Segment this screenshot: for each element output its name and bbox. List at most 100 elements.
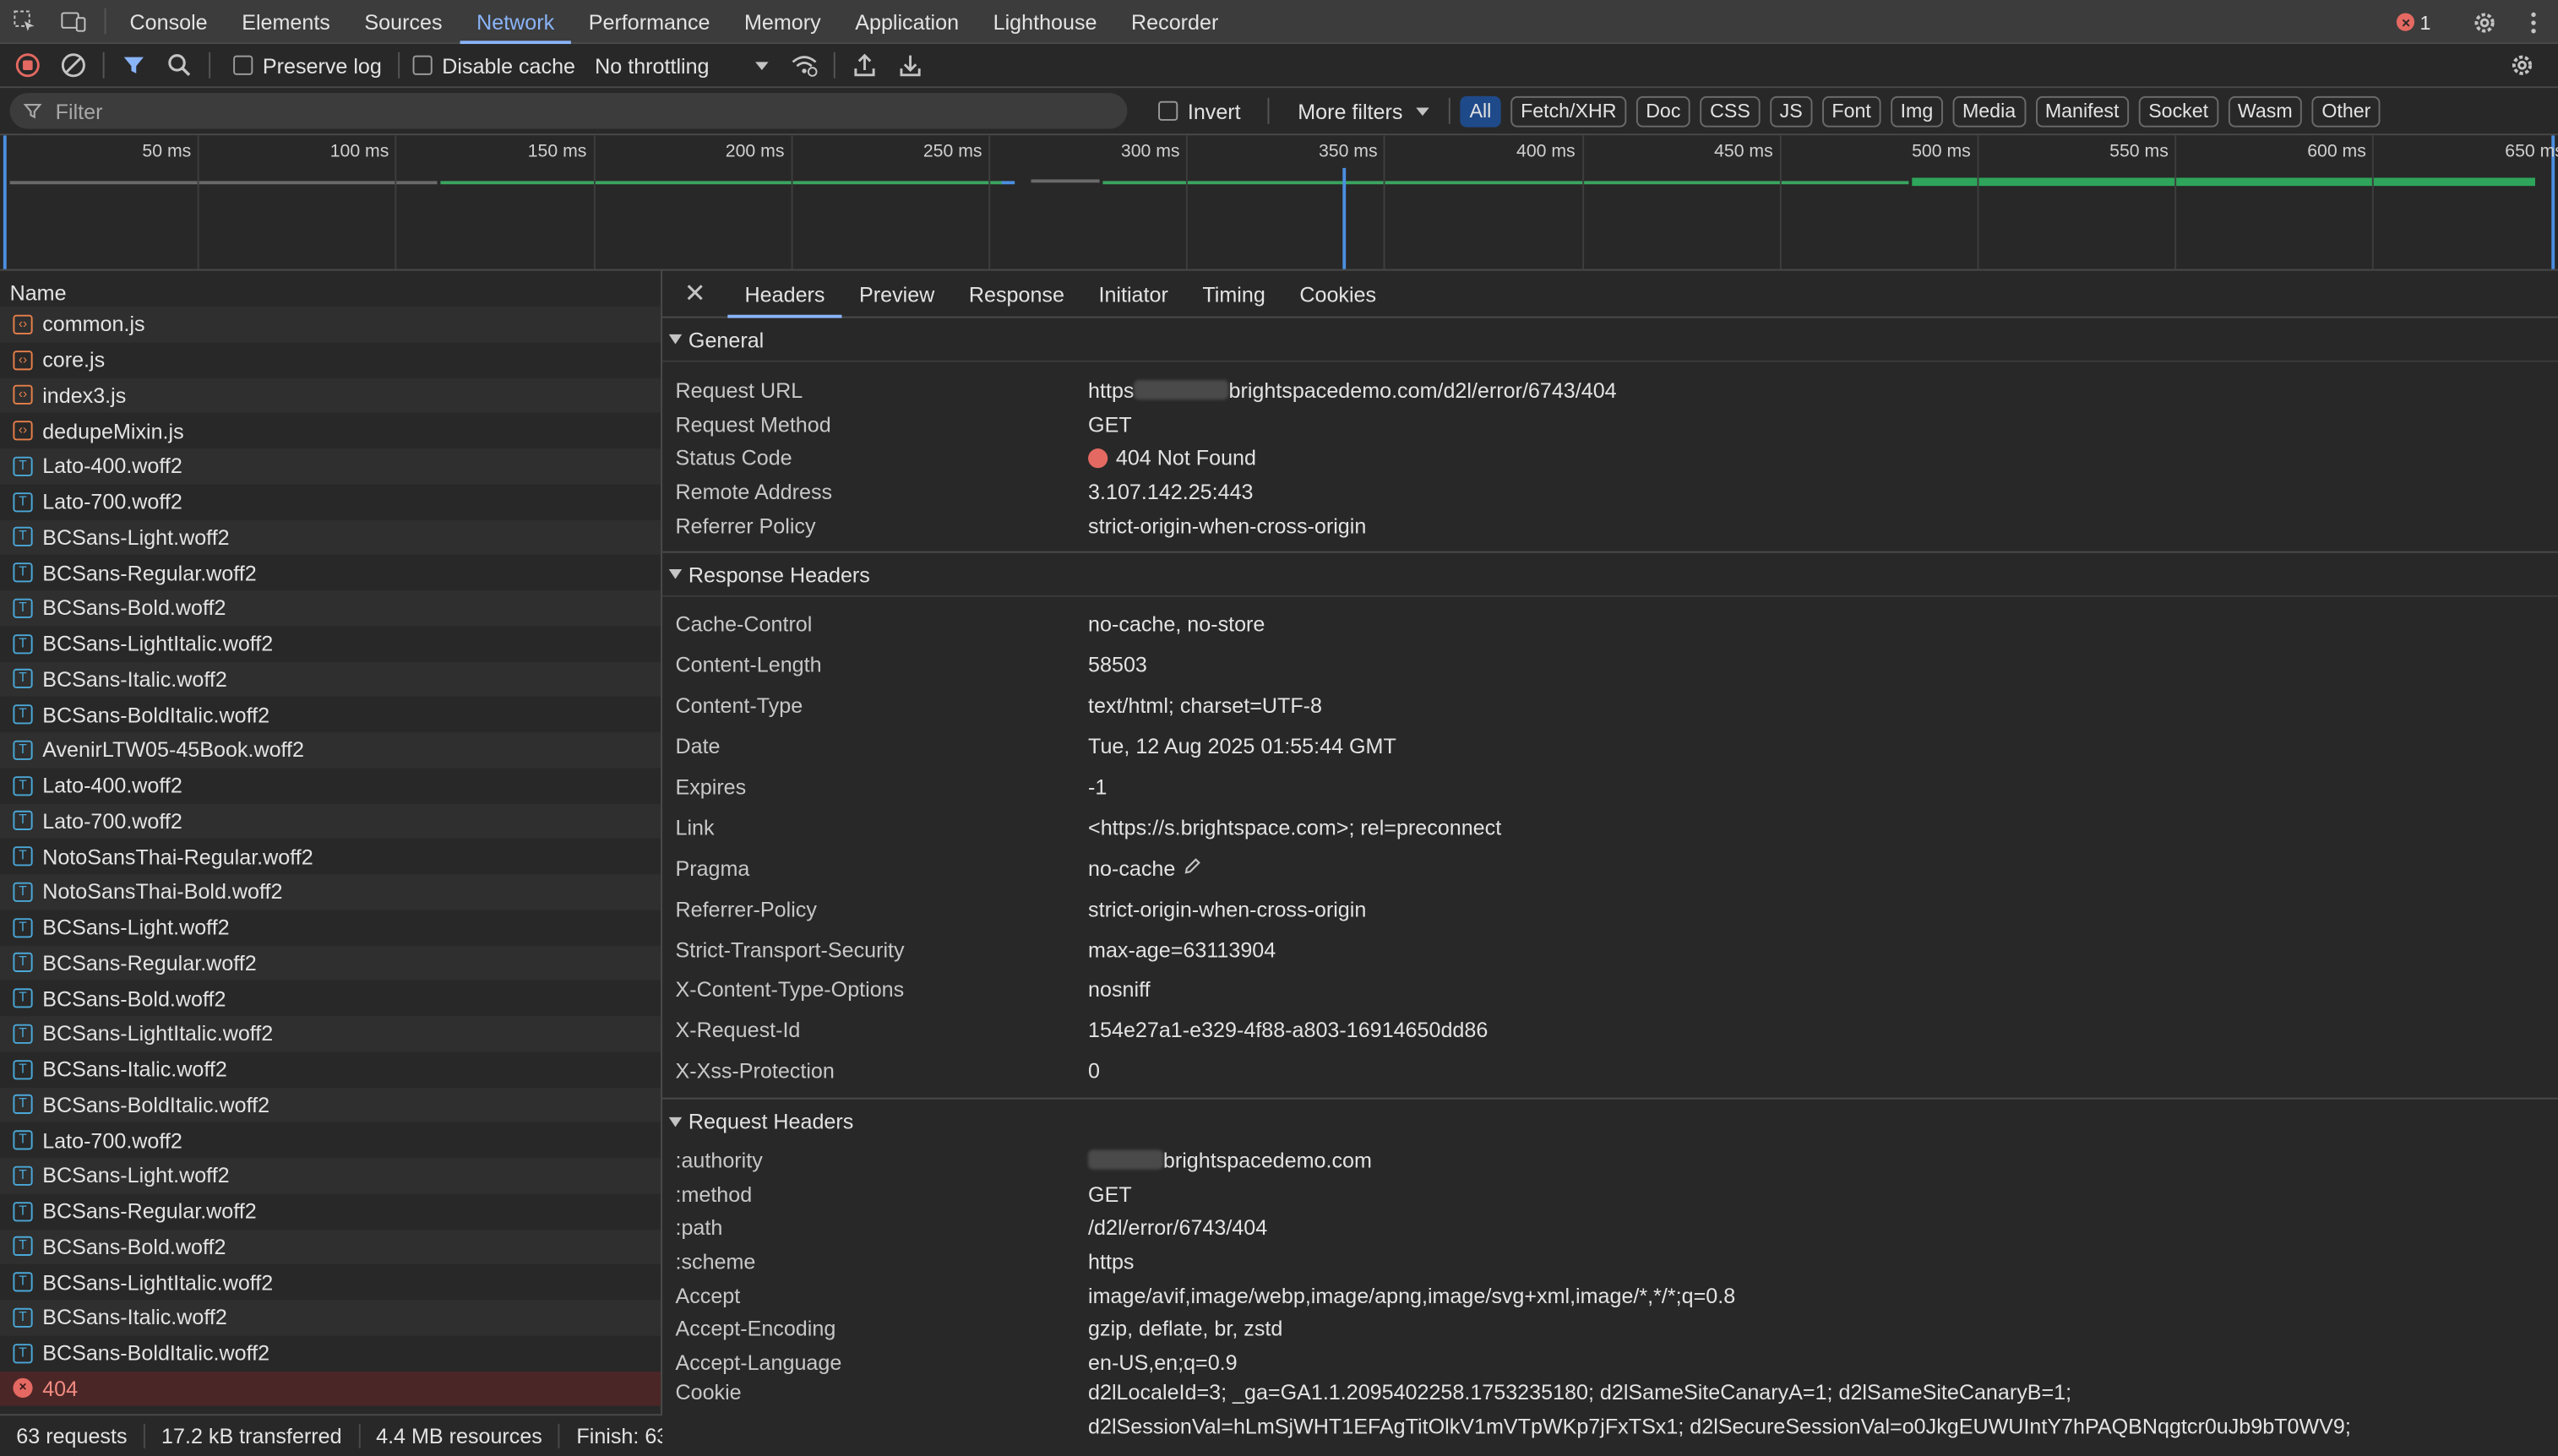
filter-icon[interactable]	[114, 46, 153, 84]
inspect-element-icon[interactable]	[0, 0, 49, 43]
filter-chip-js[interactable]: JS	[1770, 95, 1813, 127]
clear-icon[interactable]	[54, 46, 93, 84]
request-row[interactable]: ‹› core.js	[0, 342, 661, 378]
filter-chip-font[interactable]: Font	[1821, 95, 1881, 127]
tab-elements[interactable]: Elements	[225, 0, 347, 43]
filter-chip-media[interactable]: Media	[1952, 95, 2026, 127]
request-row[interactable]: × 404	[0, 1371, 661, 1407]
network-overview-timeline[interactable]: 50 ms 100 ms 150 ms 200 ms 250 ms 300 ms 350 m…	[0, 135, 2558, 271]
header-value-text[interactable]: d2lLocaleId=3; _ga=GA1.1.2095402258.1753…	[1088, 1380, 2071, 1404]
header-value-text[interactable]: brightspacedemo.com/d2l/error/6743/404	[1228, 378, 1616, 403]
filter-chip-other[interactable]: Other	[2311, 95, 2381, 127]
detail-tab-cookies[interactable]: Cookies	[1282, 271, 1393, 318]
tab-performance[interactable]: Performance	[571, 0, 727, 43]
settings-gear-icon[interactable]	[2460, 0, 2509, 44]
more-options-icon[interactable]	[2509, 0, 2558, 44]
general-section-header[interactable]: General	[662, 318, 2558, 362]
edit-pencil-icon[interactable]	[1184, 856, 1203, 880]
request-row[interactable]: T BCSans-BoldItalic.woff2	[0, 1087, 661, 1123]
request-row[interactable]: T BCSans-BoldItalic.woff2	[0, 697, 661, 732]
tab-recorder[interactable]: Recorder	[1114, 0, 1236, 43]
more-filters-dropdown[interactable]: More filters	[1298, 99, 1429, 123]
filter-chip-img[interactable]: Img	[1890, 95, 1943, 127]
filter-input[interactable]: Filter	[9, 93, 1128, 129]
tab-console[interactable]: Console	[112, 0, 225, 43]
tab-sources[interactable]: Sources	[347, 0, 460, 43]
request-row[interactable]: T Lato-700.woff2	[0, 803, 661, 839]
header-value-text[interactable]: text/html; charset=UTF-8	[1088, 693, 1322, 718]
response-headers-header[interactable]: Response Headers	[662, 553, 2558, 598]
timeline-handle-left[interactable]	[3, 135, 7, 269]
request-row[interactable]: T BCSans-Light.woff2	[0, 519, 661, 556]
detail-tab-timing[interactable]: Timing	[1185, 271, 1282, 318]
detail-tab-response[interactable]: Response	[952, 271, 1082, 318]
header-value-text[interactable]: 3.107.142.25:443	[1088, 480, 1253, 504]
header-value-text[interactable]: en-US,en;q=0.9	[1088, 1350, 1238, 1375]
header-value-text[interactable]: <https://s.brightspace.com>; rel=preconn…	[1088, 815, 1501, 839]
filter-chip-css[interactable]: CSS	[1700, 95, 1761, 127]
request-row[interactable]: ‹› common.js	[0, 307, 661, 343]
invert-checkbox[interactable]: Invert	[1158, 99, 1241, 123]
header-value-text[interactable]: 154e27a1-e329-4f88-a803-16914650dd86	[1088, 1019, 1488, 1043]
request-row[interactable]: T Lato-700.woff2	[0, 484, 661, 519]
request-row[interactable]: T Lato-400.woff2	[0, 768, 661, 803]
tab-network[interactable]: Network	[459, 0, 572, 44]
export-har-icon[interactable]	[890, 46, 929, 84]
checkbox-box[interactable]	[412, 55, 433, 75]
filter-chip-all[interactable]: All	[1459, 95, 1501, 127]
tab-memory[interactable]: Memory	[727, 0, 838, 43]
stop-recording-icon[interactable]	[8, 46, 47, 84]
header-value-text[interactable]: GET	[1088, 1182, 1132, 1206]
import-har-icon[interactable]	[845, 46, 884, 84]
request-row[interactable]: T BCSans-Bold.woff2	[0, 590, 661, 627]
request-row[interactable]: T BCSans-Light.woff2	[0, 910, 661, 945]
request-row[interactable]: T Lato-400.woff2	[0, 448, 661, 485]
header-value-text[interactable]: no-cache	[1088, 856, 1175, 880]
request-row[interactable]: T BCSans-Regular.woff2	[0, 1193, 661, 1229]
request-row[interactable]: T BCSans-Regular.woff2	[0, 945, 661, 981]
header-value-text[interactable]: -1	[1088, 774, 1107, 799]
request-row[interactable]: T BCSans-Light.woff2	[0, 1158, 661, 1194]
request-row[interactable]: T BCSans-Bold.woff2	[0, 1229, 661, 1265]
tab-lighthouse[interactable]: Lighthouse	[976, 0, 1113, 43]
filter-chip-socket[interactable]: Socket	[2138, 95, 2218, 127]
request-row[interactable]: T BCSans-Regular.woff2	[0, 555, 661, 590]
throttling-select[interactable]: No throttling	[595, 53, 769, 78]
header-value-text[interactable]: no-cache, no-store	[1088, 612, 1265, 637]
request-row[interactable]: T BCSans-BoldItalic.woff2	[0, 1335, 661, 1371]
request-row[interactable]: T AvenirLTW05-45Book.woff2	[0, 732, 661, 769]
request-row[interactable]: T BCSans-Bold.woff2	[0, 981, 661, 1016]
header-value-text[interactable]: d2lSessionVal=hLmSjWHT1EFAgTitOlkV1mVTpW…	[1088, 1415, 2351, 1439]
header-value-text[interactable]: 58503	[1088, 653, 1147, 677]
device-toolbar-icon[interactable]	[49, 0, 98, 43]
error-counter[interactable]: × 1	[2397, 11, 2430, 34]
filter-chip-wasm[interactable]: Wasm	[2228, 95, 2303, 127]
filter-chip-fetch-xhr[interactable]: Fetch/XHR	[1510, 95, 1627, 127]
header-value-text[interactable]: strict-origin-when-cross-origin	[1088, 513, 1366, 538]
header-value-text[interactable]: image/avif,image/webp,image/apng,image/s…	[1088, 1283, 1735, 1307]
filter-chip-doc[interactable]: Doc	[1635, 95, 1691, 127]
request-row[interactable]: T BCSans-LightItalic.woff2	[0, 1016, 661, 1052]
close-icon[interactable]: ✕	[662, 277, 727, 310]
search-icon[interactable]	[160, 46, 199, 84]
detail-tab-preview[interactable]: Preview	[842, 271, 952, 318]
request-row[interactable]: ‹› index3.js	[0, 378, 661, 414]
header-value-text[interactable]: strict-origin-when-cross-origin	[1088, 896, 1366, 921]
detail-tab-headers[interactable]: Headers	[727, 271, 842, 318]
network-conditions-icon[interactable]	[784, 46, 823, 84]
header-value-text[interactable]: /d2l/error/6743/404	[1088, 1215, 1267, 1240]
header-value-text[interactable]: nosniff	[1088, 977, 1151, 1002]
request-headers-header[interactable]: Request Headers	[662, 1100, 2558, 1144]
request-row[interactable]: T BCSans-Italic.woff2	[0, 661, 661, 698]
detail-tab-initiator[interactable]: Initiator	[1081, 271, 1185, 318]
network-settings-gear-icon[interactable]	[2502, 46, 2541, 84]
request-row[interactable]: T BCSans-Italic.woff2	[0, 1300, 661, 1336]
header-value-text[interactable]: 0	[1088, 1059, 1100, 1084]
checkbox-box[interactable]	[233, 55, 253, 75]
header-value-text[interactable]: GET	[1088, 412, 1132, 437]
request-row[interactable]: T NotoSansThai-Regular.woff2	[0, 839, 661, 874]
request-row[interactable]: T Lato-700.woff2	[0, 1122, 661, 1158]
request-row[interactable]: T BCSans-LightItalic.woff2	[0, 1264, 661, 1300]
header-value-text[interactable]: 404 Not Found	[1116, 446, 1256, 470]
disable-cache-checkbox[interactable]: Disable cache	[412, 53, 575, 78]
